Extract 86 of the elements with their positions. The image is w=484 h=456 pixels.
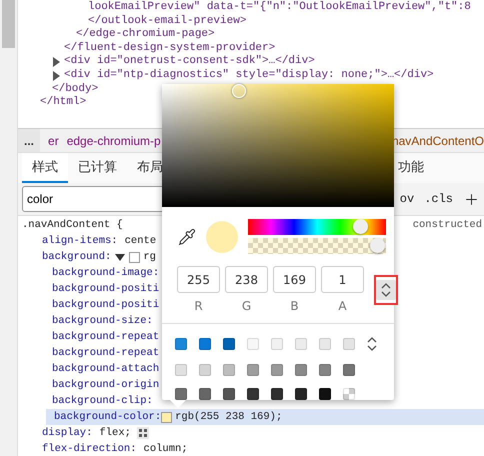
panel-tab[interactable]: 功能 <box>398 153 434 183</box>
scrollbar-thumb[interactable] <box>2 0 15 48</box>
dom-node-line[interactable]: <div id="ntp-diagnostics" style="display: none;">…</div> <box>64 68 434 83</box>
palette-swatch[interactable] <box>199 338 211 350</box>
alpha-slider[interactable] <box>248 238 386 254</box>
palette-swatch[interactable] <box>295 338 307 350</box>
breadcrumb[interactable]: navAndContentO <box>392 134 484 148</box>
css-value[interactable]: rgb(255 238 169); <box>175 409 282 425</box>
css-property[interactable]: background-repeat <box>52 329 160 345</box>
css-property[interactable]: flex-direction: <box>42 441 137 456</box>
channel-field[interactable]: 238 <box>225 266 268 294</box>
hue-slider[interactable] <box>248 219 386 236</box>
palette-swatch[interactable] <box>319 364 331 376</box>
expand-arrow-icon[interactable] <box>53 70 60 81</box>
panel-tab[interactable]: 样式 <box>22 153 68 183</box>
color-swatch[interactable] <box>161 412 172 422</box>
source-link[interactable]: constructed <box>412 217 484 233</box>
class-toggle[interactable]: .cls <box>424 192 453 206</box>
palette-swatch[interactable] <box>319 338 331 350</box>
saturation-handle[interactable] <box>232 84 246 98</box>
closing-tag[interactable]: </html> <box>40 96 86 110</box>
css-property[interactable]: background-size: <box>52 313 153 329</box>
palette-swatch[interactable] <box>271 338 283 350</box>
css-property[interactable]: background-clip: <box>52 393 153 409</box>
more-button[interactable]: ... <box>18 129 40 152</box>
palette-swatch[interactable] <box>319 388 331 400</box>
channel-label: A <box>338 299 347 314</box>
channel-field[interactable]: 255 <box>177 266 220 294</box>
palette-swatch[interactable] <box>223 388 235 400</box>
css-value[interactable]: rg <box>143 249 156 265</box>
expand-palette-icon[interactable] <box>367 336 377 352</box>
channel-label: G <box>242 299 252 314</box>
closing-tag[interactable]: </body> <box>52 82 98 96</box>
color-swatch[interactable] <box>129 252 140 262</box>
css-property[interactable]: background-image: <box>52 265 160 281</box>
palette-swatch[interactable] <box>247 364 259 376</box>
palette-swatch[interactable] <box>175 388 187 400</box>
palette-swatch[interactable] <box>175 364 187 376</box>
format-toggle-button[interactable] <box>374 275 398 306</box>
closing-tag[interactable]: </edge-chromium-page> <box>76 28 215 42</box>
closing-tag[interactable]: </fluent-design-system-provider> <box>64 42 276 56</box>
palette-swatch[interactable] <box>247 338 259 350</box>
eyedropper-icon[interactable] <box>178 228 196 246</box>
channel-label: R <box>194 299 203 314</box>
saturation-area[interactable] <box>162 84 394 208</box>
channel-field[interactable]: 169 <box>273 266 316 294</box>
css-property[interactable]: background-attach <box>52 361 160 377</box>
panel-tab[interactable]: 已计算 <box>68 153 127 183</box>
expand-arrow-icon[interactable] <box>53 57 60 68</box>
chevrons-icon[interactable] <box>381 282 391 298</box>
css-selector[interactable]: .navAndContent { <box>22 217 123 233</box>
css-property[interactable]: background-repeat <box>52 345 160 361</box>
palette-swatch[interactable] <box>271 364 283 376</box>
grid-editor-icon[interactable] <box>136 427 149 439</box>
palette-swatch[interactable] <box>343 388 355 400</box>
breadcrumb[interactable]: er <box>48 134 59 148</box>
palette-swatch[interactable] <box>199 364 211 376</box>
channel-field[interactable]: 1 <box>321 266 364 294</box>
hover-toggle[interactable]: ov <box>400 192 414 206</box>
breadcrumb[interactable]: edge-chromium-p <box>66 134 161 148</box>
channel-label: B <box>290 299 299 314</box>
palette-swatch[interactable] <box>247 388 259 400</box>
palette-swatch[interactable] <box>175 338 187 350</box>
palette-swatch[interactable] <box>343 338 355 350</box>
css-value[interactable]: flex; <box>99 425 131 441</box>
css-property[interactable]: display: <box>42 425 92 441</box>
slider-thumb[interactable] <box>352 219 368 234</box>
css-property[interactable]: background: <box>42 249 112 265</box>
palette-swatch[interactable] <box>223 338 235 350</box>
slider-thumb[interactable] <box>370 238 385 254</box>
css-property[interactable]: background-color: <box>54 409 162 425</box>
dom-node-line[interactable]: <div id="onetrust-consent-sdk">…</div> <box>64 55 315 69</box>
palette-swatch[interactable] <box>343 364 355 376</box>
css-property[interactable]: background-origin <box>52 377 160 393</box>
css-property[interactable]: background-positi <box>52 281 160 297</box>
dom-node-line[interactable]: lookEmailPreview" data-t="{"n":"OutlookEmailPreview","t":8 <box>88 1 471 15</box>
palette-swatch[interactable] <box>223 364 235 376</box>
css-property[interactable]: align-items: <box>42 233 118 249</box>
closing-tag[interactable]: </outlook-email-preview> <box>88 14 246 28</box>
palette-swatch[interactable] <box>199 388 211 400</box>
palette-swatch[interactable] <box>295 388 307 400</box>
palette-swatch[interactable] <box>295 364 307 376</box>
palette-swatch[interactable] <box>271 388 283 400</box>
css-property[interactable]: background-positi <box>52 297 160 313</box>
css-value[interactable]: column; <box>144 441 188 456</box>
css-value[interactable]: cente <box>124 233 156 249</box>
